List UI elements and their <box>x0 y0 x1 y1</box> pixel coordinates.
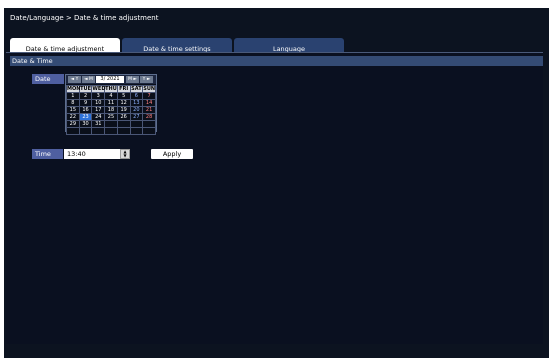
calendar-week-row: 15 16 17 18 19 20 21 <box>66 106 156 114</box>
calendar-day[interactable]: 24 <box>91 113 106 121</box>
calendar-day[interactable]: 8 <box>66 99 80 107</box>
calendar-day[interactable]: 29 <box>66 120 80 128</box>
calendar-day[interactable]: 5 <box>116 92 131 100</box>
calendar-week-row: 29 30 31 <box>66 120 156 128</box>
calendar-day <box>116 127 131 135</box>
calendar-day[interactable]: 3 <box>91 92 106 100</box>
stepper-down-icon[interactable]: ▼ <box>121 154 129 158</box>
weekday-thu: THU <box>104 85 118 93</box>
calendar-day[interactable]: 2 <box>78 92 93 100</box>
weekday-header-row: MON TUE WED THU FRI SAT SUN <box>66 85 156 93</box>
weekday-sat: SAT <box>129 85 144 93</box>
calendar-day[interactable]: 27 <box>129 113 144 121</box>
calendar-day[interactable]: 16 <box>78 106 93 114</box>
calendar-week-row <box>66 127 156 135</box>
calendar-day <box>104 120 118 128</box>
calendar-day[interactable]: 13 <box>129 99 144 107</box>
date-calendar: ◄ Y ◄ M 3/ 2021 M ► Y ► MON TUE WED THU … <box>65 74 157 135</box>
calendar-day[interactable]: 21 <box>142 106 156 114</box>
weekday-fri: FRI <box>116 85 131 93</box>
calendar-day[interactable]: 22 <box>66 113 80 121</box>
calendar-day[interactable]: 14 <box>142 99 156 107</box>
calendar-day <box>116 120 131 128</box>
calendar-day[interactable]: 19 <box>116 106 131 114</box>
calendar-day[interactable]: 15 <box>66 106 80 114</box>
calendar-day[interactable]: 26 <box>116 113 131 121</box>
weekday-sun: SUN <box>142 85 156 93</box>
time-label: Time <box>32 149 63 159</box>
section-title-date-time: Date & Time <box>10 56 543 66</box>
calendar-day <box>78 127 93 135</box>
calendar-day[interactable]: 28 <box>142 113 156 121</box>
time-input[interactable]: 13:40 <box>64 149 120 159</box>
prev-month-button[interactable]: ◄ M <box>82 76 95 83</box>
calendar-body: 1 2 3 4 5 6 7 8 9 10 11 12 13 14 15 16 17 18 19 20 21 22 23 24 2… <box>66 92 156 135</box>
calendar-day[interactable]: 23 <box>78 113 93 121</box>
calendar-day <box>142 120 156 128</box>
calendar-week-row: 1234567 <box>66 92 156 100</box>
breadcrumb: Date/Language > Date & time adjustment <box>10 14 159 22</box>
calendar-day[interactable]: 9 <box>78 99 93 107</box>
calendar-week-row: 8 9 10 11 12 13 14 <box>66 99 156 107</box>
weekday-mon: MON <box>66 85 81 93</box>
month-year-display: 3/ 2021 <box>96 76 124 83</box>
calendar-day[interactable]: 18 <box>104 106 118 114</box>
weekday-wed: WED <box>91 85 106 93</box>
calendar-day[interactable]: 20 <box>129 106 144 114</box>
calendar-day[interactable]: 12 <box>116 99 131 107</box>
calendar-day[interactable]: 1 <box>66 92 80 100</box>
calendar-day[interactable]: 6 <box>129 92 144 100</box>
calendar-day[interactable]: 11 <box>104 99 118 107</box>
prev-year-button[interactable]: ◄ Y <box>68 76 81 83</box>
calendar-day <box>104 127 118 135</box>
calendar-day[interactable]: 10 <box>91 99 106 107</box>
calendar-day[interactable]: 17 <box>91 106 106 114</box>
calendar-nav: ◄ Y ◄ M 3/ 2021 M ► Y ► <box>66 75 156 84</box>
time-stepper[interactable]: ▲ ▼ <box>120 149 130 159</box>
weekday-tue: TUE <box>78 85 93 93</box>
calendar-day[interactable]: 30 <box>78 120 93 128</box>
date-label: Date <box>32 74 64 84</box>
apply-button[interactable]: Apply <box>151 149 193 159</box>
next-year-button[interactable]: Y ► <box>140 76 153 83</box>
calendar-day <box>129 127 144 135</box>
calendar-day[interactable]: 25 <box>104 113 118 121</box>
calendar-grid: MON TUE WED THU FRI SAT SUN 1 2 3 4 5 6 7 8 9 10 1… <box>66 85 156 135</box>
calendar-day <box>66 127 80 135</box>
calendar-day <box>129 120 144 128</box>
calendar-day <box>142 127 156 135</box>
calendar-day[interactable]: 7 <box>142 92 156 100</box>
calendar-day <box>91 127 106 135</box>
calendar-day[interactable]: 31 <box>91 120 106 128</box>
calendar-day[interactable]: 4 <box>104 92 118 100</box>
calendar-week-row: 22 23 24 25 26 27 28 <box>66 113 156 121</box>
next-month-button[interactable]: M ► <box>126 76 139 83</box>
